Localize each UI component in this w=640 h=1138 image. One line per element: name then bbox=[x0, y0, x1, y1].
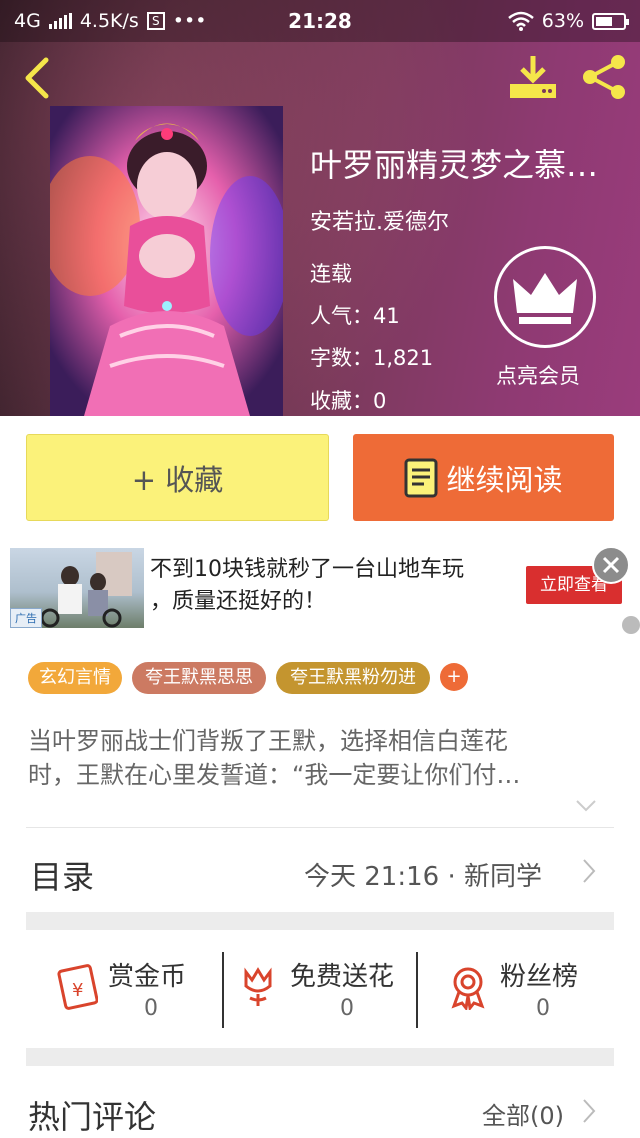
medal-icon bbox=[451, 967, 485, 1010]
tag-chip[interactable]: 夸王默黑思思 bbox=[132, 662, 266, 694]
member-label: 点亮会员 bbox=[496, 364, 580, 388]
ad-text[interactable]: 不到10块钱就秒了一台山地车玩 ，质量还挺好的！ bbox=[150, 554, 464, 618]
all-comments-link[interactable]: 全部(0) bbox=[482, 1096, 564, 1131]
red-envelope-icon: ¥ bbox=[57, 964, 98, 1010]
add-tag-button[interactable]: + bbox=[440, 663, 468, 691]
download-button[interactable] bbox=[508, 54, 558, 100]
back-button[interactable] bbox=[18, 56, 58, 100]
section-divider bbox=[26, 912, 614, 930]
tag-chip[interactable]: 夸王默黑粉勿进 bbox=[276, 662, 430, 694]
ad-tag: 广告 bbox=[10, 608, 42, 628]
cover-illustration bbox=[50, 106, 283, 416]
battery-icon bbox=[592, 12, 629, 30]
fan-ranking-item[interactable]: 粉丝榜 0 bbox=[424, 952, 614, 1032]
divider bbox=[26, 827, 614, 828]
add-favorite-button[interactable]: + 收藏 bbox=[26, 434, 329, 521]
section-divider bbox=[26, 1048, 614, 1066]
reward-coins-label: 赏金币 bbox=[108, 962, 187, 992]
book-icon bbox=[404, 458, 438, 497]
toc-title[interactable]: 目录 bbox=[30, 852, 94, 898]
free-flower-item[interactable]: 免费送花 0 bbox=[230, 952, 420, 1032]
vertical-divider bbox=[222, 952, 224, 1028]
ad-line-1: 不到10块钱就秒了一台山地车玩 bbox=[150, 557, 464, 582]
chevron-down-icon[interactable] bbox=[575, 798, 597, 814]
reward-coins-value: 0 bbox=[144, 996, 158, 1021]
ad-close-button[interactable] bbox=[592, 546, 630, 584]
battery-fill bbox=[596, 16, 613, 26]
book-favorites: 收藏：0 bbox=[310, 389, 387, 413]
book-header: 4G 4.5K/s S ••• 21:28 63% 叶罗丽精灵梦之慕… 安若拉.… bbox=[0, 0, 640, 416]
chevron-right-icon[interactable] bbox=[582, 1098, 596, 1124]
chevron-right-icon[interactable] bbox=[582, 858, 596, 884]
wifi-icon bbox=[507, 11, 534, 31]
ad-image[interactable]: 广告 bbox=[10, 548, 144, 628]
book-author[interactable]: 安若拉.爱德尔 bbox=[310, 204, 449, 236]
tag-chip[interactable]: 玄幻言情 bbox=[28, 662, 122, 694]
ad-info-icon[interactable] bbox=[622, 616, 640, 634]
synopsis-line-1: 当叶罗丽战士们背叛了王默，选择相信白莲花 bbox=[28, 727, 508, 755]
fan-ranking-label: 粉丝榜 bbox=[500, 962, 579, 992]
book-status: 连载 bbox=[310, 262, 352, 286]
crown-icon bbox=[513, 273, 577, 324]
add-favorite-label: + 收藏 bbox=[131, 462, 224, 497]
share-button[interactable] bbox=[580, 52, 630, 102]
status-right: 63% bbox=[507, 10, 629, 32]
reward-coins-item[interactable]: ¥ 赏金币 0 bbox=[30, 952, 220, 1032]
free-flower-label: 免费送花 bbox=[290, 962, 395, 992]
book-cover[interactable] bbox=[50, 106, 283, 416]
synopsis-line-2: 时，王默在心里发誓道：“我一定要让你们付… bbox=[28, 761, 521, 789]
book-word-count: 字数：1,821 bbox=[310, 346, 434, 370]
book-popularity: 人气：41 bbox=[310, 304, 400, 328]
book-title: 叶罗丽精灵梦之慕… bbox=[310, 146, 599, 184]
battery-percent: 63% bbox=[541, 10, 584, 32]
svg-text:¥: ¥ bbox=[72, 980, 83, 1001]
hot-comments-title: 热门评论 bbox=[28, 1098, 157, 1136]
close-icon bbox=[602, 556, 620, 574]
status-bar: 4G 4.5K/s S ••• 21:28 63% bbox=[0, 0, 640, 42]
free-flower-value: 0 bbox=[340, 996, 354, 1021]
flower-icon bbox=[244, 967, 272, 1006]
toc-latest-update[interactable]: 今天 21:16 · 新同学 bbox=[304, 856, 542, 893]
continue-reading-button[interactable]: 继续阅读 bbox=[353, 434, 614, 521]
continue-reading-label: 继续阅读 bbox=[446, 462, 563, 497]
vertical-divider bbox=[416, 952, 418, 1028]
synopsis[interactable]: 当叶罗丽战士们背叛了王默，选择相信白莲花 时，王默在心里发誓道：“我一定要让你们… bbox=[28, 724, 613, 792]
fan-ranking-value: 0 bbox=[536, 996, 550, 1021]
member-button[interactable] bbox=[494, 246, 596, 348]
ad-line-2: ，质量还挺好的！ bbox=[150, 589, 327, 614]
